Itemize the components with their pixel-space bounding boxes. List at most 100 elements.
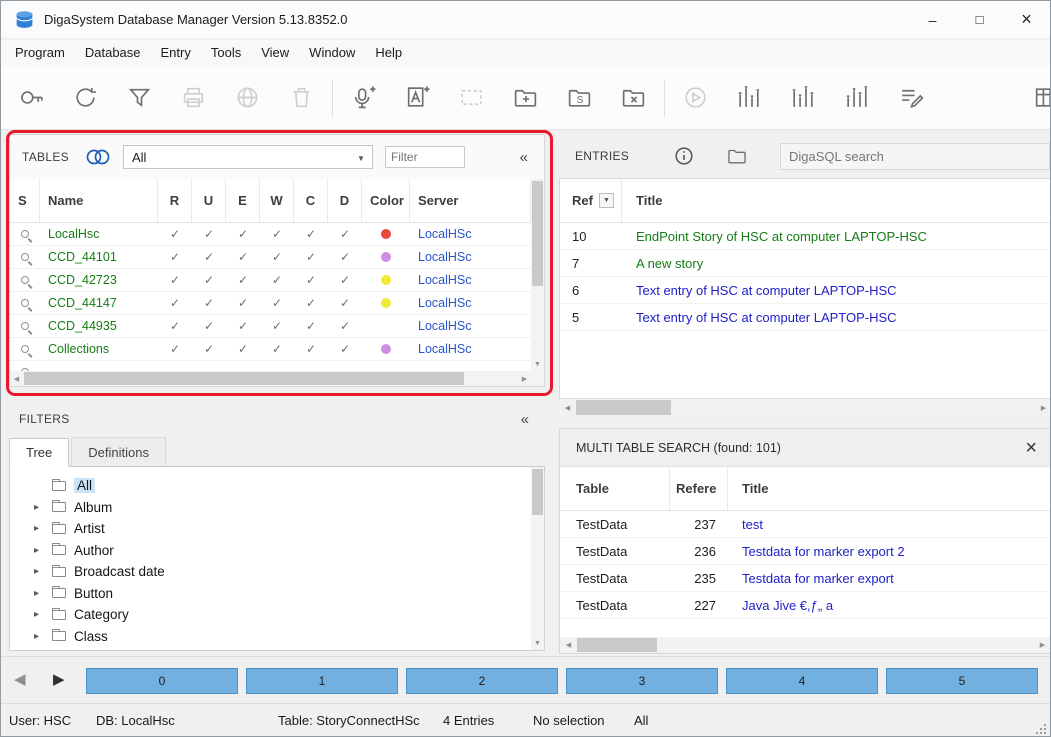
delete-icon[interactable] bbox=[285, 81, 318, 114]
menu-help[interactable]: Help bbox=[365, 40, 412, 66]
col-header-s[interactable]: S bbox=[10, 179, 40, 222]
menu-program[interactable]: Program bbox=[5, 40, 75, 66]
chevron-right-icon[interactable] bbox=[34, 566, 52, 577]
scroll-right-arrow-icon[interactable] bbox=[1034, 637, 1051, 653]
result-title[interactable]: Testdata for marker export 2 bbox=[728, 544, 1051, 559]
entry-title[interactable]: Text entry of HSC at computer LAPTOP-HSC bbox=[622, 283, 1051, 298]
pager-previous-icon[interactable] bbox=[14, 672, 26, 687]
tables-horizontal-scrollbar[interactable] bbox=[10, 371, 531, 386]
result-title[interactable]: test bbox=[728, 517, 1051, 532]
search-result-row[interactable]: TestData 236 Testdata for marker export … bbox=[560, 538, 1051, 565]
table-name[interactable]: Collections bbox=[40, 338, 158, 360]
entry-title[interactable]: EndPoint Story of HSC at computer LAPTOP… bbox=[622, 229, 1051, 244]
tree-item-category[interactable]: Category bbox=[10, 604, 531, 626]
tree-item-all[interactable]: All bbox=[10, 475, 531, 497]
pager-button-2[interactable]: 2 bbox=[406, 668, 558, 694]
play-icon[interactable] bbox=[679, 81, 712, 114]
ref-filter-dropdown-icon[interactable] bbox=[599, 193, 614, 208]
col-header-reference[interactable]: Refere bbox=[670, 467, 728, 510]
col-header-server[interactable]: Server bbox=[410, 179, 531, 222]
chevron-right-icon[interactable] bbox=[34, 588, 52, 599]
close-icon[interactable]: × bbox=[1025, 438, 1037, 458]
tree-item-label[interactable]: Class bbox=[74, 629, 108, 644]
col-header-d[interactable]: D bbox=[328, 179, 362, 222]
entry-row[interactable]: 6 Text entry of HSC at computer LAPTOP-H… bbox=[560, 277, 1051, 304]
table-grid-icon[interactable] bbox=[1030, 81, 1050, 114]
entries-horizontal-scrollbar[interactable] bbox=[559, 399, 1051, 416]
statistics-icon-3[interactable] bbox=[841, 81, 874, 114]
menu-database[interactable]: Database bbox=[75, 40, 151, 66]
table-row[interactable]: Collections LocalHSc bbox=[10, 338, 531, 361]
col-header-u[interactable]: U bbox=[192, 179, 226, 222]
search-row-icon[interactable] bbox=[21, 299, 29, 307]
tables-vertical-scrollbar[interactable] bbox=[531, 179, 544, 371]
tree-item-label[interactable]: Category bbox=[74, 607, 129, 622]
minimize-button[interactable]: – bbox=[909, 1, 956, 38]
tree-item-label[interactable]: Broadcast date bbox=[74, 564, 165, 579]
col-header-title[interactable]: Title bbox=[728, 467, 1051, 510]
tab-tree[interactable]: Tree bbox=[9, 438, 69, 467]
tree-item-album[interactable]: Album bbox=[10, 497, 531, 519]
scroll-left-arrow-icon[interactable] bbox=[560, 637, 577, 653]
info-icon[interactable] bbox=[673, 145, 695, 167]
menu-window[interactable]: Window bbox=[299, 40, 365, 66]
entry-title[interactable]: Text entry of HSC at computer LAPTOP-HSC bbox=[622, 310, 1051, 325]
result-title[interactable]: Java Jive €,ƒ„ a bbox=[728, 598, 1051, 613]
col-header-color[interactable]: Color bbox=[362, 179, 410, 222]
folder-s-icon[interactable]: S bbox=[563, 81, 596, 114]
table-name[interactable]: CCD_44935 bbox=[40, 315, 158, 337]
search-row-icon[interactable] bbox=[21, 345, 29, 353]
search-result-row[interactable]: TestData 237 test bbox=[560, 511, 1051, 538]
search-tables-icon[interactable] bbox=[83, 146, 113, 168]
scrollbar-thumb[interactable] bbox=[24, 372, 464, 385]
scroll-right-arrow-icon[interactable] bbox=[1035, 399, 1051, 416]
search-result-row[interactable]: TestData 227 Java Jive €,ƒ„ a bbox=[560, 592, 1051, 619]
tree-item-label[interactable]: Button bbox=[74, 586, 113, 601]
collapse-filters-button[interactable]: « bbox=[521, 411, 529, 428]
chevron-right-icon[interactable] bbox=[34, 631, 52, 642]
scroll-left-arrow-icon[interactable] bbox=[559, 399, 576, 416]
col-header-name[interactable]: Name bbox=[40, 179, 158, 222]
scroll-right-arrow-icon[interactable] bbox=[518, 371, 531, 386]
search-row-icon[interactable] bbox=[21, 230, 29, 238]
col-header-title[interactable]: Title bbox=[622, 179, 1051, 222]
add-audio-entry-icon[interactable] bbox=[347, 81, 380, 114]
maximize-button[interactable]: □ bbox=[956, 1, 1003, 38]
table-row[interactable]: CCD_44935 LocalHSc bbox=[10, 315, 531, 338]
search-row-icon[interactable] bbox=[21, 322, 29, 330]
remove-folder-icon[interactable] bbox=[617, 81, 650, 114]
digasql-search-input[interactable] bbox=[780, 143, 1050, 170]
table-row[interactable]: CCD_44147 LocalHSc bbox=[10, 292, 531, 315]
pager-button-0[interactable]: 0 bbox=[86, 668, 238, 694]
pager-button-1[interactable]: 1 bbox=[246, 668, 398, 694]
search-result-row[interactable]: TestData 235 Testdata for marker export bbox=[560, 565, 1051, 592]
folder-icon[interactable] bbox=[725, 145, 749, 167]
entry-title[interactable]: A new story bbox=[622, 256, 1051, 271]
search-row-icon[interactable] bbox=[21, 276, 29, 284]
scrollbar-thumb[interactable] bbox=[576, 400, 671, 415]
add-text-entry-icon[interactable] bbox=[401, 81, 434, 114]
menu-tools[interactable]: Tools bbox=[201, 40, 251, 66]
table-name[interactable]: CCD_44147 bbox=[40, 292, 158, 314]
tree-item-label[interactable]: Artist bbox=[74, 521, 105, 536]
tree-item-button[interactable]: Button bbox=[10, 583, 531, 605]
entry-row[interactable]: 7 A new story bbox=[560, 250, 1051, 277]
scroll-down-arrow-icon[interactable] bbox=[531, 358, 544, 371]
globe-icon[interactable] bbox=[231, 81, 264, 114]
table-row[interactable]: LocalHsc LocalHSc bbox=[10, 223, 531, 246]
chevron-right-icon[interactable] bbox=[34, 502, 52, 513]
pager-button-3[interactable]: 3 bbox=[566, 668, 718, 694]
edit-log-icon[interactable] bbox=[895, 81, 928, 114]
result-title[interactable]: Testdata for marker export bbox=[728, 571, 1051, 586]
col-header-c[interactable]: C bbox=[294, 179, 328, 222]
table-filter-input[interactable] bbox=[385, 146, 465, 168]
scroll-left-arrow-icon[interactable] bbox=[10, 371, 23, 386]
search-row-icon[interactable] bbox=[21, 253, 29, 261]
key-icon[interactable] bbox=[15, 81, 48, 114]
table-name[interactable]: CCD_44101 bbox=[40, 246, 158, 268]
tree-item-broadcast-date[interactable]: Broadcast date bbox=[10, 561, 531, 583]
table-type-dropdown[interactable]: All bbox=[123, 145, 373, 169]
tree-item-author[interactable]: Author bbox=[10, 540, 531, 562]
statistics-icon-1[interactable] bbox=[733, 81, 766, 114]
pager-button-5[interactable]: 5 bbox=[886, 668, 1038, 694]
